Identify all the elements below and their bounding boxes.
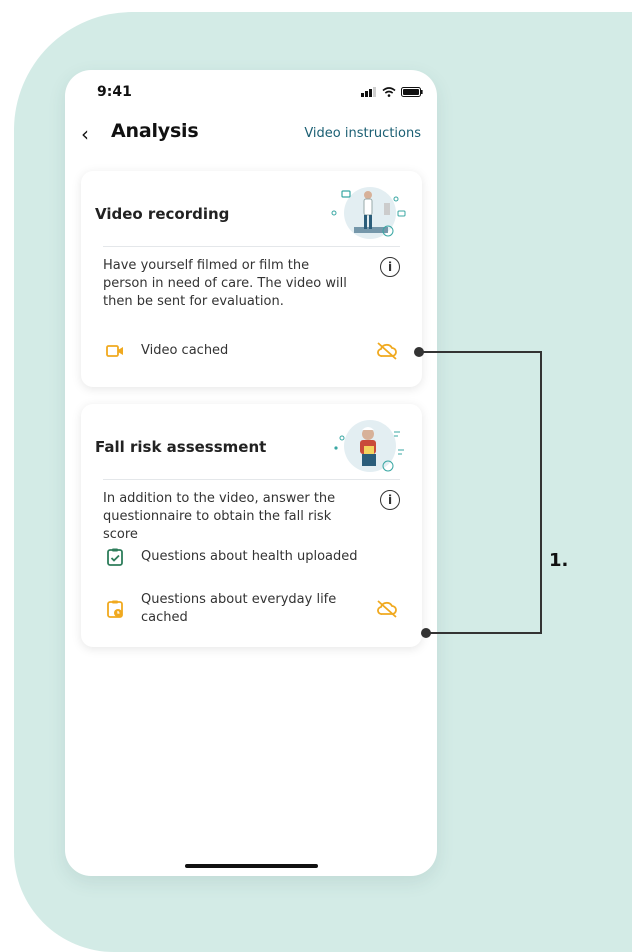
health-questions-row[interactable]: Questions about health uploaded (105, 539, 404, 575)
info-icon[interactable]: i (380, 490, 400, 510)
callout-label: 1. (549, 550, 569, 571)
video-status-row: Video cached (105, 333, 404, 369)
home-indicator (185, 864, 318, 868)
video-recording-card[interactable]: Video recording Have yourself filmed or … (81, 171, 422, 387)
card-divider (103, 246, 400, 247)
card-divider (103, 479, 400, 480)
clipboard-clock-icon (107, 600, 123, 618)
card-description: Have yourself filmed or film the person … (103, 258, 347, 309)
status-icons (361, 87, 423, 97)
battery-icon (401, 87, 423, 97)
status-time: 9:41 (97, 84, 132, 100)
everyday-questions-row[interactable]: Questions about everyday life cached (105, 589, 404, 629)
video-status-label: Video cached (141, 343, 229, 358)
back-icon[interactable]: ‹ (81, 122, 89, 146)
video-instructions-link[interactable]: Video instructions (304, 126, 421, 141)
page-title: Analysis (111, 120, 199, 142)
phone-screen: 9:41 ‹ Analysis Video instructions Video… (65, 70, 437, 876)
everyday-questions-label: Questions about everyday life cached (141, 592, 337, 625)
status-bar: 9:41 (65, 70, 437, 114)
health-questions-label: Questions about health uploaded (141, 549, 358, 564)
clipboard-check-icon (107, 548, 123, 566)
fall-risk-card[interactable]: Fall risk assessment In addition to the … (81, 404, 422, 647)
wifi-icon (382, 87, 396, 97)
info-icon[interactable]: i (380, 257, 400, 277)
card-title: Fall risk assessment (95, 438, 267, 456)
callout-bracket (414, 347, 542, 638)
header: ‹ Analysis Video instructions (65, 114, 437, 156)
video-recording-illustration-icon (331, 187, 406, 239)
card-description: In addition to the video, answer the que… (103, 491, 336, 542)
fall-risk-illustration-icon (334, 420, 404, 472)
video-camera-icon (106, 345, 123, 357)
cloud-off-icon[interactable] (376, 599, 398, 619)
signal-icon (361, 87, 376, 97)
card-title: Video recording (95, 205, 230, 223)
cloud-off-icon[interactable] (376, 341, 398, 361)
